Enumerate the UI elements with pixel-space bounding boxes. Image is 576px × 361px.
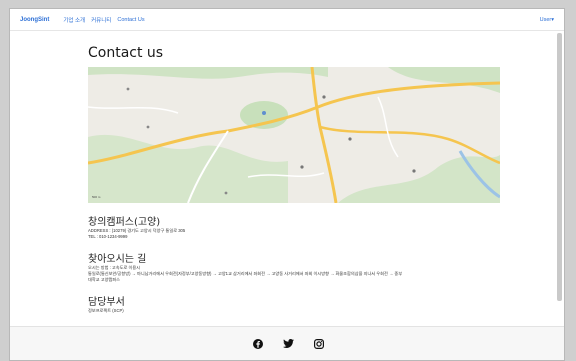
user-menu-dropdown[interactable]: User▾: [540, 17, 554, 23]
page: JoongSint 기업 소개 커뮤니티 Contact Us User▾ Co…: [9, 8, 565, 361]
directions-line-3: 대학교 고양캠퍼스: [88, 277, 120, 282]
content: Contact us 500 m 창의캠퍼스(고양) ADDRESS: (10…: [88, 45, 500, 314]
map-graphic: [88, 67, 500, 203]
page-title: Contact us: [88, 45, 164, 61]
instagram-icon[interactable]: [313, 338, 324, 349]
department-line-1: 정보프로젝트 (SCP): [88, 308, 124, 313]
navbar: JoongSint 기업 소개 커뮤니티 Contact Us User▾: [10, 9, 564, 31]
campus-tel: TEL : 010-1234-9999: [88, 234, 128, 239]
location-map[interactable]: 500 m: [88, 67, 500, 203]
department-title: 담당부서: [88, 297, 125, 308]
campus-title: 창의캠퍼스(고양): [88, 217, 161, 228]
facebook-icon[interactable]: [252, 338, 263, 349]
map-scale: 500 m: [92, 195, 101, 199]
twitter-icon[interactable]: [282, 339, 294, 348]
nav-link-contact[interactable]: Contact Us: [117, 17, 144, 23]
brand-logo[interactable]: JoongSint: [20, 17, 49, 23]
nav-link-community[interactable]: 커뮤니티: [91, 16, 111, 24]
footer: [10, 326, 564, 360]
page-scrollbar[interactable]: [557, 33, 562, 301]
directions-title: 찾아오시는 길: [88, 254, 147, 265]
nav-link-company[interactable]: 기업 소개: [63, 16, 85, 24]
